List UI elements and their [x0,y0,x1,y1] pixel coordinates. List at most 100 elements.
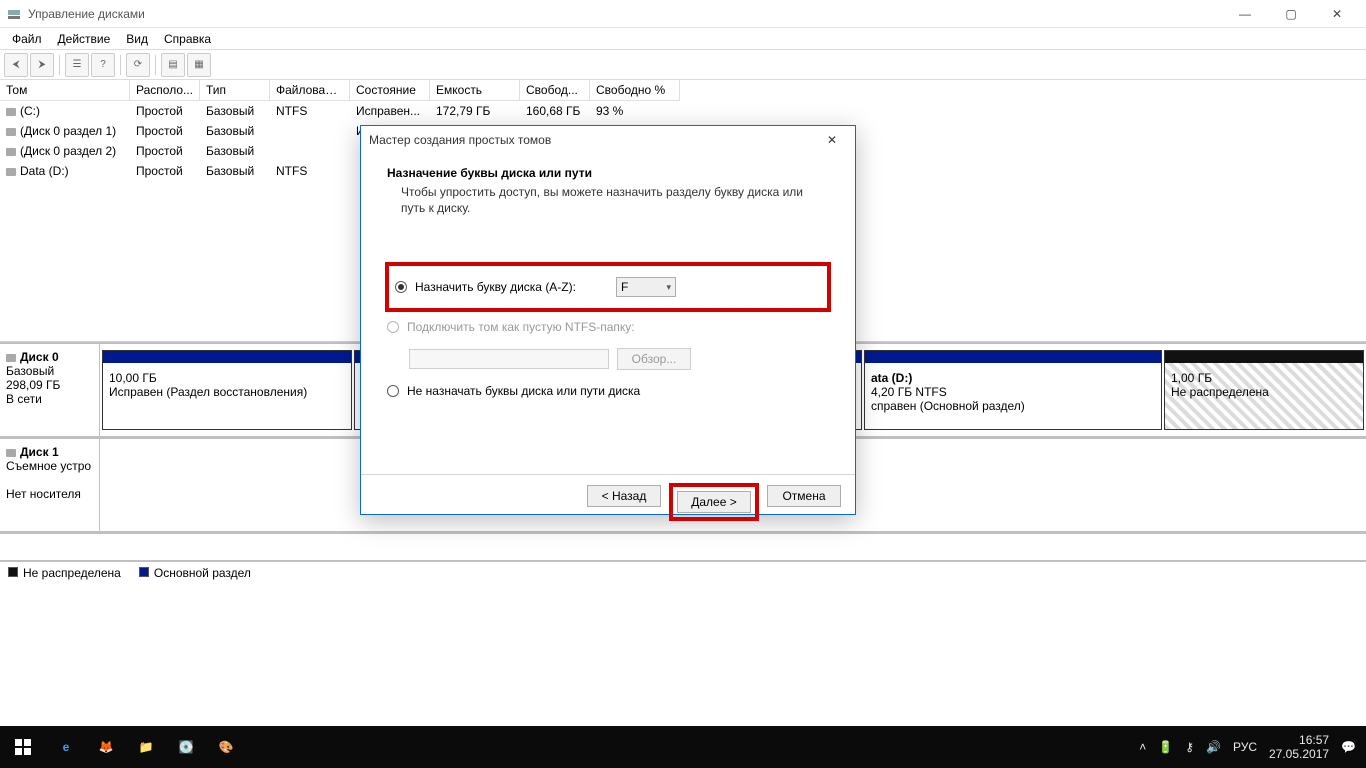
disk-status: Нет носителя [6,487,93,501]
toolbar-list-icon[interactable]: ▤ [161,53,185,77]
maximize-button[interactable]: ▢ [1268,0,1314,28]
cell: (C:) [20,104,40,118]
disk-icon [6,354,16,362]
toolbar: ⮜ ⮞ ☰ ? ⟳ ▤ ▦ [0,50,1366,80]
radio-icon[interactable] [395,281,407,293]
browse-button[interactable]: Обзор... [617,348,691,370]
mount-path-input[interactable] [409,349,609,369]
cell: 172,79 ГБ [430,101,520,121]
col-freepct[interactable]: Свободно % [590,80,680,101]
cell: Базовый [200,101,270,121]
cell: 93 % [590,101,680,121]
taskbar-edge-icon[interactable]: e [46,726,86,768]
option-label: Не назначать буквы диска или пути диска [407,384,640,398]
disk-info[interactable]: Диск 1 Съемное устро Нет носителя [0,439,100,531]
partition-recovery[interactable]: 10,00 ГБ Исправен (Раздел восстановления… [102,350,352,430]
taskbar: e 🦊 📁 💽 🎨 ˄ 🔋 ⚷ 🔊 РУС 16:57 27.05.2017 💬 [0,726,1366,768]
tray-notifications-icon[interactable]: 💬 [1341,740,1356,754]
disk-status: В сети [6,392,93,406]
menu-help[interactable]: Справка [156,30,219,48]
partition-unallocated[interactable]: 1,00 ГБ Не распределена [1164,350,1364,430]
tray-battery-icon[interactable]: 🔋 [1158,740,1173,754]
partition-data[interactable]: ata (D:) 4,20 ГБ NTFS справен (Основной … [864,350,1162,430]
col-volume[interactable]: Том [0,80,130,101]
drive-letter-combo[interactable]: F ▾ [616,277,676,297]
menubar: Файл Действие Вид Справка [0,28,1366,50]
option-mount-folder[interactable]: Подключить том как пустую NTFS-папку: [387,314,829,340]
radio-icon[interactable] [387,321,399,333]
tray-chevron-icon[interactable]: ˄ [1139,740,1146,754]
disk-icon [6,449,16,457]
option-assign-letter[interactable]: Назначить букву диска (A-Z): F ▾ [395,274,821,300]
next-button[interactable]: Далее > [677,491,751,513]
close-button[interactable]: ✕ [1314,0,1360,28]
toolbar-back-icon[interactable]: ⮜ [4,53,28,77]
toolbar-views-icon[interactable]: ☰ [65,53,89,77]
col-type[interactable]: Тип [200,80,270,101]
toolbar-sep [59,55,60,75]
tray-network-icon[interactable]: ⚷ [1185,740,1194,754]
cell: Простой [130,121,200,141]
volume-icon [6,108,16,116]
volume-icon [6,128,16,136]
dialog-close-icon[interactable]: ✕ [817,133,847,147]
back-button[interactable]: < Назад [587,485,661,507]
partition-state: Не распределена [1171,385,1357,399]
col-state[interactable]: Состояние [350,80,430,101]
cell [270,121,350,141]
legend: Не распределена Основной раздел [0,562,1366,584]
table-header: Том Располо... Тип Файловая с... Состоян… [0,80,1366,101]
option-no-letter[interactable]: Не назначать буквы диска или пути диска [387,378,829,404]
col-layout[interactable]: Располо... [130,80,200,101]
chevron-down-icon: ▾ [666,282,671,293]
cell: Базовый [200,121,270,141]
window-title: Управление дисками [28,7,145,21]
toolbar-sep [155,55,156,75]
legend-swatch-unalloc [8,567,18,577]
tray-clock[interactable]: 16:57 27.05.2017 [1269,733,1329,762]
cell: Простой [130,161,200,181]
disk-size: 298,09 ГБ [6,378,93,392]
toolbar-grid-icon[interactable]: ▦ [187,53,211,77]
cell: NTFS [270,161,350,181]
cell: NTFS [270,101,350,121]
menu-file[interactable]: Файл [4,30,50,48]
partition-label: ata (D:) [871,371,912,385]
app-icon [6,6,22,22]
option-label: Назначить букву диска (A-Z): [415,280,576,294]
tray-volume-icon[interactable]: 🔊 [1206,740,1221,754]
partition-state: Исправен (Раздел восстановления) [109,385,345,399]
taskbar-firefox-icon[interactable]: 🦊 [86,726,126,768]
toolbar-sep [120,55,121,75]
disk-name: Диск 1 [20,445,59,459]
partition-state: справен (Основной раздел) [871,399,1155,413]
legend-swatch-primary [139,567,149,577]
col-fs[interactable]: Файловая с... [270,80,350,101]
dialog-titlebar[interactable]: Мастер создания простых томов ✕ [361,126,855,154]
col-free[interactable]: Свобод... [520,80,590,101]
tray-date: 27.05.2017 [1269,747,1329,761]
disk-name: Диск 0 [20,350,59,364]
taskbar-diskmgmt-icon[interactable]: 💽 [166,726,206,768]
volume-icon [6,148,16,156]
disk-info[interactable]: Диск 0 Базовый 298,09 ГБ В сети [0,344,100,436]
toolbar-forward-icon[interactable]: ⮞ [30,53,54,77]
cancel-button[interactable]: Отмена [767,485,841,507]
menu-action[interactable]: Действие [50,30,119,48]
toolbar-refresh-icon[interactable]: ⟳ [126,53,150,77]
cell: (Диск 0 раздел 2) [20,144,116,158]
radio-icon[interactable] [387,385,399,397]
menu-view[interactable]: Вид [118,30,156,48]
start-button[interactable] [0,726,46,768]
taskbar-explorer-icon[interactable]: 📁 [126,726,166,768]
cell: Data (D:) [20,164,69,178]
col-capacity[interactable]: Емкость [430,80,520,101]
minimize-button[interactable]: — [1222,0,1268,28]
toolbar-help-icon[interactable]: ? [91,53,115,77]
taskbar-paint-icon[interactable]: 🎨 [206,726,246,768]
dialog-title: Мастер создания простых томов [369,133,551,147]
wizard-dialog: Мастер создания простых томов ✕ Назначен… [360,125,856,515]
partition-size: 10,00 ГБ [109,371,345,385]
tray-lang[interactable]: РУС [1233,740,1257,754]
table-row[interactable]: (C:) Простой Базовый NTFS Исправен... 17… [0,101,1366,121]
